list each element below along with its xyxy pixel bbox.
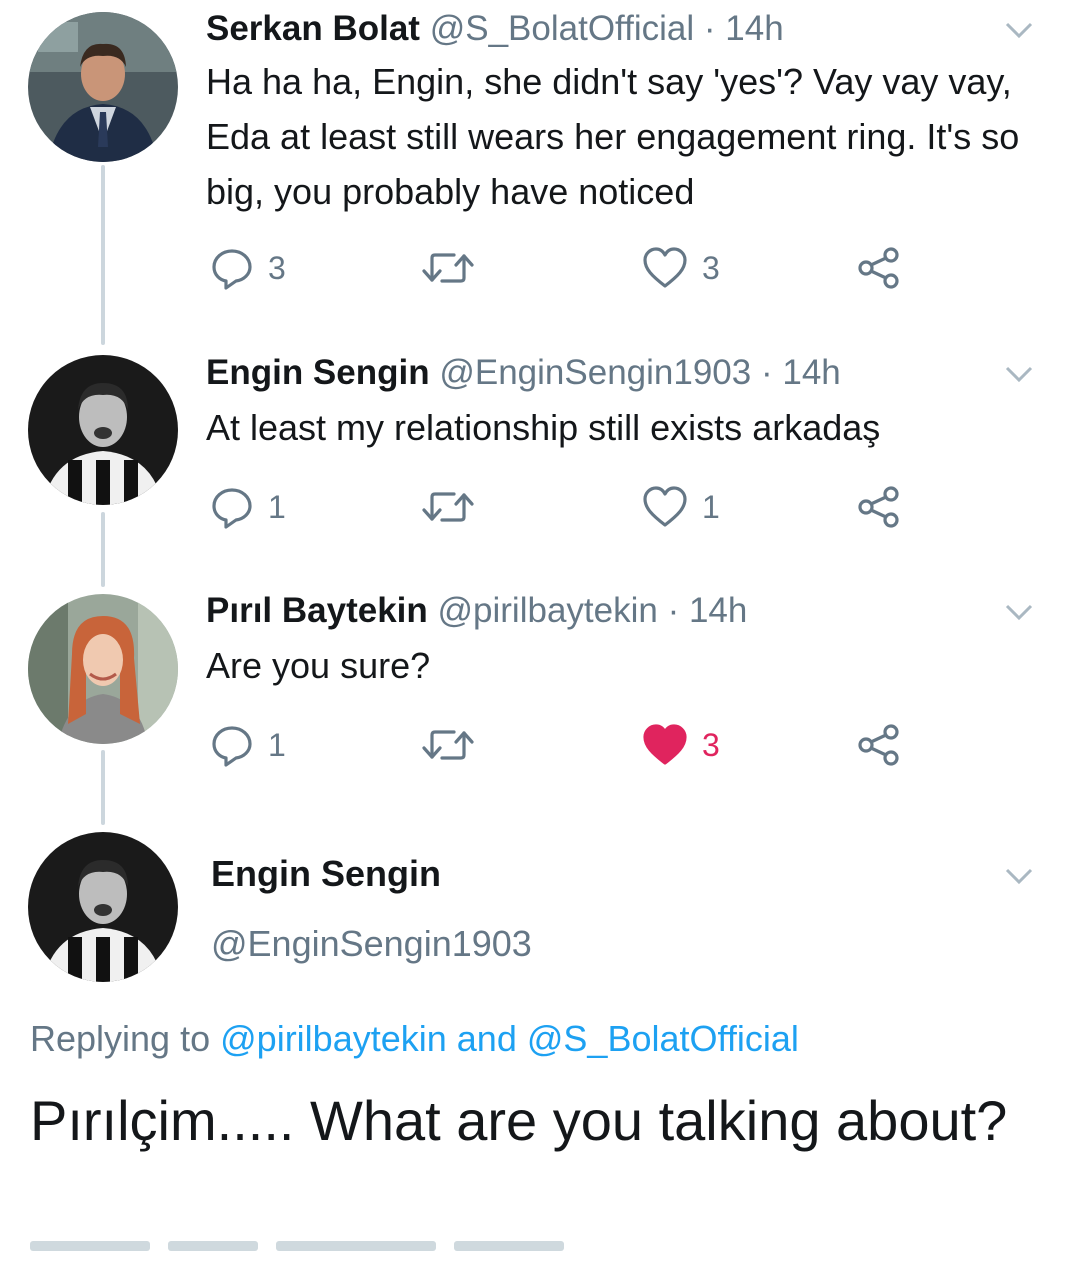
share-button[interactable] <box>856 720 902 770</box>
thread-line <box>101 165 105 345</box>
retweet-icon <box>422 730 474 760</box>
tweet-time[interactable]: · 14h <box>761 353 841 392</box>
author-handle[interactable]: @pirilbaytekin <box>438 591 658 630</box>
share-button[interactable] <box>856 243 902 293</box>
like-count: 3 <box>702 726 720 763</box>
tweet-text: Ha ha ha, Engin, she didn't say 'yes'? V… <box>206 61 1020 212</box>
author-name[interactable]: Engin Sengin <box>211 852 441 896</box>
heart-icon <box>643 486 687 527</box>
share-button[interactable] <box>856 482 902 532</box>
heart-icon <box>643 247 687 288</box>
tweet-header: Serkan Bolat @S_BolatOfficial · 14h <box>206 8 784 50</box>
chevron-down-icon[interactable] <box>1004 866 1034 886</box>
share-icon <box>858 247 899 289</box>
reply-count: 1 <box>268 726 286 763</box>
retweet-button[interactable] <box>420 720 476 770</box>
like-count: 1 <box>702 488 720 525</box>
retweet-button[interactable] <box>420 243 476 293</box>
replying-and: and <box>456 1018 517 1059</box>
heart-icon <box>643 724 687 765</box>
tweet-time[interactable]: · 14h <box>668 591 748 630</box>
author-name[interactable]: Serkan Bolat <box>206 9 420 48</box>
avatar[interactable] <box>28 832 178 982</box>
reply-icon <box>212 488 252 529</box>
tweet-text: Are you sure? <box>206 645 431 686</box>
tweet-time[interactable]: · 14h <box>704 9 784 48</box>
chevron-down-icon[interactable] <box>1004 20 1034 40</box>
share-icon <box>858 724 899 766</box>
tweet-header: Pırıl Baytekin @pirilbaytekin · 14h <box>206 590 747 632</box>
reply-button[interactable]: 1 <box>210 720 286 770</box>
like-button[interactable]: 3 <box>642 720 720 770</box>
chevron-down-icon[interactable] <box>1004 364 1034 384</box>
like-count: 3 <box>702 249 720 286</box>
reply-button[interactable]: 3 <box>210 243 286 293</box>
avatar[interactable] <box>28 12 178 162</box>
thread-line <box>101 750 105 825</box>
thread-line <box>101 512 105 587</box>
retweet-button[interactable] <box>420 482 476 532</box>
mention-link[interactable]: @S_BolatOfficial <box>527 1018 799 1059</box>
like-button[interactable]: 1 <box>642 482 720 532</box>
mention-link[interactable]: @pirilbaytekin <box>220 1018 447 1059</box>
retweet-icon <box>422 253 474 283</box>
like-button[interactable]: 3 <box>642 243 720 293</box>
replying-to: Replying to @pirilbaytekin and @S_BolatO… <box>30 1016 799 1062</box>
tweet-metadata-cutoff <box>30 1238 730 1268</box>
avatar[interactable] <box>28 594 178 744</box>
share-icon <box>858 486 899 528</box>
retweet-icon <box>422 492 474 522</box>
chevron-down-icon[interactable] <box>1004 602 1034 622</box>
tweet-actions: 1 1 <box>206 482 926 532</box>
reply-icon <box>212 249 252 290</box>
replying-prefix: Replying to <box>30 1018 211 1059</box>
reply-icon <box>212 726 252 767</box>
tweet-actions: 1 3 <box>206 720 926 770</box>
reply-button[interactable]: 1 <box>210 482 286 532</box>
author-name[interactable]: Pırıl Baytekin <box>206 591 428 630</box>
author-handle[interactable]: @S_BolatOfficial <box>430 9 694 48</box>
tweet-header: Engin Sengin @EnginSengin1903 · 14h <box>206 352 841 394</box>
author-handle[interactable]: @EnginSengin1903 <box>439 353 751 392</box>
reply-count: 3 <box>268 249 286 286</box>
author-name[interactable]: Engin Sengin <box>206 353 430 392</box>
tweet-text: Pırılçim..... What are you talking about… <box>30 1089 1008 1152</box>
tweet-text: At least my relationship still exists ar… <box>206 407 881 448</box>
author-handle[interactable]: @EnginSengin1903 <box>211 922 532 966</box>
tweet-actions: 3 3 <box>206 243 926 293</box>
reply-count: 1 <box>268 488 286 525</box>
avatar[interactable] <box>28 355 178 505</box>
